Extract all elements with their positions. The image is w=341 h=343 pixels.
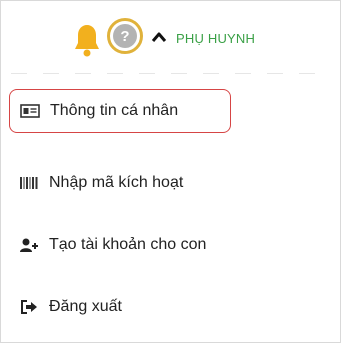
menu-item-label: Tạo tài khoản cho con: [49, 236, 207, 253]
chevron-up-icon[interactable]: [151, 31, 167, 43]
bell-icon[interactable]: [73, 23, 101, 57]
menu-item-label: Nhập mã kích hoạt: [49, 174, 184, 191]
menu-item-activation-code[interactable]: Nhập mã kích hoạt: [9, 161, 329, 205]
menu-item-label: Đăng xuất: [49, 298, 122, 315]
help-icon: ?: [113, 24, 137, 48]
header-bar: ? PHỤ HUYNH: [1, 1, 340, 75]
menu-item-logout[interactable]: Đăng xuất: [9, 285, 329, 329]
menu-item-label: Thông tin cá nhân: [50, 102, 179, 119]
menu-item-create-child-account[interactable]: Tạo tài khoản cho con: [9, 223, 329, 267]
barcode-icon: [20, 177, 38, 189]
id-card-icon: [20, 104, 40, 118]
divider: [11, 73, 331, 75]
add-user-icon: [20, 238, 38, 252]
logout-icon: [21, 300, 37, 314]
help-button[interactable]: ?: [107, 18, 143, 54]
menu-item-personal-info[interactable]: Thông tin cá nhân: [9, 89, 231, 133]
user-role-label[interactable]: PHỤ HUYNH: [176, 31, 255, 46]
account-dropdown: ? PHỤ HUYNH Thông tin cá nhân Nhập mã kí…: [0, 0, 341, 343]
